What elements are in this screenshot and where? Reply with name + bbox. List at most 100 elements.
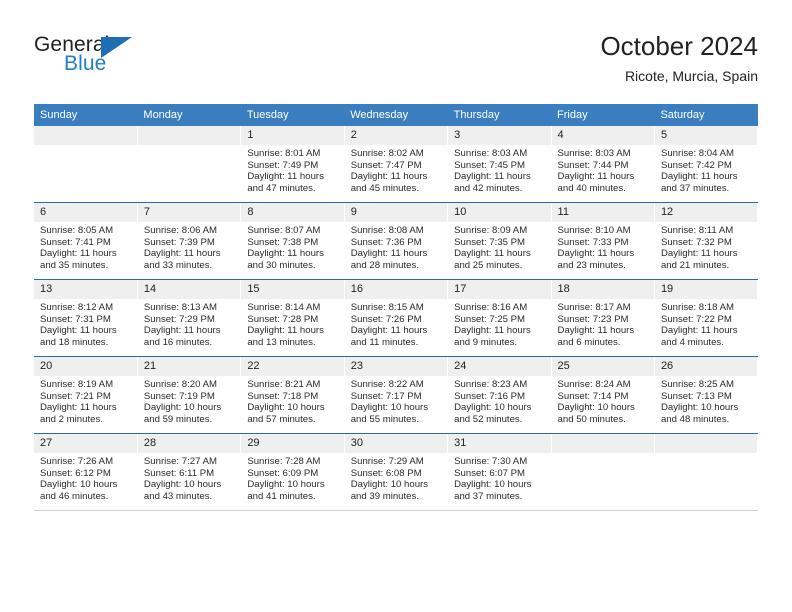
day-details: [34, 145, 137, 148]
day-cell[interactable]: 27 Sunrise: 7:26 AM Sunset: 6:12 PM Dayligh…: [34, 433, 138, 511]
day-number: 31: [448, 434, 551, 453]
day-details: Sunrise: 8:03 AM Sunset: 7:45 PM Daylight:…: [448, 145, 550, 194]
day-cell[interactable]: [551, 433, 655, 511]
day-details: Sunrise: 8:08 AM Sunset: 7:36 PM Daylight:…: [345, 222, 447, 271]
day-cell[interactable]: 26 Sunrise: 8:25 AM Sunset: 7:13 PM Dayligh…: [654, 356, 759, 434]
day-cell[interactable]: 9 Sunrise: 8:08 AM Sunset: 7:36 PM Daylight…: [344, 202, 449, 280]
daylight-text-line2: and 59 minutes.: [143, 413, 213, 425]
daylight-text-line1: Daylight: 11 hours: [143, 325, 221, 337]
day-cell[interactable]: 12 Sunrise: 8:11 AM Sunset: 7:32 PM Dayligh…: [654, 202, 759, 280]
calendar-week-row: 13 Sunrise: 8:12 AM Sunset: 7:31 PM Dayligh…: [34, 279, 759, 357]
day-details: Sunrise: 8:23 AM Sunset: 7:16 PM Daylight:…: [448, 376, 550, 425]
sunrise-text: Sunrise: 8:10 AM: [557, 225, 631, 236]
day-cell[interactable]: 5 Sunrise: 8:04 AM Sunset: 7:42 PM Daylight…: [654, 126, 759, 203]
daylight-text-line1: Daylight: 11 hours: [350, 325, 428, 337]
sunrise-text: Sunrise: 8:03 AM: [454, 148, 528, 159]
day-cell[interactable]: 21 Sunrise: 8:20 AM Sunset: 7:19 PM Dayligh…: [137, 356, 242, 434]
day-cell[interactable]: 11 Sunrise: 8:10 AM Sunset: 7:33 PM Dayligh…: [551, 202, 655, 280]
sunset-text: Sunset: 7:33 PM: [557, 236, 629, 248]
day-cell[interactable]: 18 Sunrise: 8:17 AM Sunset: 7:23 PM Dayligh…: [551, 279, 655, 357]
day-cell[interactable]: [34, 126, 138, 203]
day-cell[interactable]: 29 Sunrise: 7:28 AM Sunset: 6:09 PM Dayligh…: [240, 433, 345, 511]
day-cell[interactable]: 22 Sunrise: 8:21 AM Sunset: 7:18 PM Dayligh…: [240, 356, 345, 434]
day-cell[interactable]: 6 Sunrise: 8:05 AM Sunset: 7:41 PM Daylight…: [34, 202, 138, 280]
day-details: Sunrise: 8:19 AM Sunset: 7:21 PM Daylight:…: [34, 376, 137, 425]
day-cell[interactable]: 24 Sunrise: 8:23 AM Sunset: 7:16 PM Dayligh…: [447, 356, 552, 434]
day-cell[interactable]: 17 Sunrise: 8:16 AM Sunset: 7:25 PM Dayligh…: [447, 279, 552, 357]
calendar-week-row: 27 Sunrise: 7:26 AM Sunset: 6:12 PM Dayligh…: [34, 433, 759, 511]
day-cell[interactable]: 31 Sunrise: 7:30 AM Sunset: 6:07 PM Dayligh…: [447, 433, 552, 511]
day-details: Sunrise: 8:16 AM Sunset: 7:25 PM Daylight:…: [448, 299, 550, 348]
day-cell[interactable]: 2 Sunrise: 8:02 AM Sunset: 7:47 PM Daylight…: [344, 126, 449, 203]
weekday-header-monday: Monday: [137, 104, 241, 126]
day-cell[interactable]: [137, 126, 242, 203]
day-cell[interactable]: 25 Sunrise: 8:24 AM Sunset: 7:14 PM Dayligh…: [551, 356, 655, 434]
general-blue-logo[interactable]: General Blue: [34, 34, 244, 94]
sunset-text: Sunset: 7:44 PM: [557, 159, 629, 171]
day-cell[interactable]: 10 Sunrise: 8:09 AM Sunset: 7:35 PM Dayligh…: [447, 202, 552, 280]
daylight-text-line1: Daylight: 11 hours: [454, 325, 531, 337]
daylight-text-line2: and 57 minutes.: [247, 413, 316, 425]
sunset-text: Sunset: 7:16 PM: [454, 390, 526, 402]
day-details: Sunrise: 8:17 AM Sunset: 7:23 PM Daylight:…: [552, 299, 654, 348]
daylight-text-line1: Daylight: 10 hours: [40, 479, 118, 491]
day-details: Sunrise: 8:06 AM Sunset: 7:39 PM Daylight:…: [138, 222, 240, 271]
sunset-text: Sunset: 7:22 PM: [660, 313, 732, 325]
day-cell[interactable]: 15 Sunrise: 8:14 AM Sunset: 7:28 PM Dayligh…: [240, 279, 345, 357]
sunset-text: Sunset: 7:28 PM: [247, 313, 319, 325]
day-cell[interactable]: 1 Sunrise: 8:01 AM Sunset: 7:49 PM Daylight…: [240, 126, 345, 203]
day-number: 10: [448, 203, 551, 222]
day-cell[interactable]: 23 Sunrise: 8:22 AM Sunset: 7:17 PM Dayligh…: [344, 356, 449, 434]
day-number: 6: [34, 203, 137, 222]
sunset-text: Sunset: 7:26 PM: [350, 313, 422, 325]
daylight-text-line2: and 25 minutes.: [454, 259, 523, 271]
sunset-text: Sunset: 7:14 PM: [557, 390, 629, 402]
weekday-header-thursday: Thursday: [447, 104, 552, 126]
sunset-text: Sunset: 7:38 PM: [247, 236, 319, 248]
sunset-text: Sunset: 7:35 PM: [454, 236, 526, 248]
day-cell[interactable]: 30 Sunrise: 7:29 AM Sunset: 6:08 PM Dayligh…: [344, 433, 449, 511]
day-number: 24: [448, 357, 551, 376]
day-cell[interactable]: [654, 433, 759, 511]
weekday-header-tuesday: Tuesday: [240, 104, 345, 126]
sunset-text: Sunset: 6:08 PM: [350, 467, 422, 479]
sunrise-text: Sunrise: 7:30 AM: [454, 456, 528, 467]
weekday-header-wednesday: Wednesday: [344, 104, 448, 126]
daylight-text-line1: Daylight: 11 hours: [660, 248, 738, 260]
day-number: 22: [241, 357, 344, 376]
sunrise-text: Sunrise: 7:26 AM: [40, 456, 114, 467]
weekday-header-saturday: Saturday: [654, 104, 758, 126]
daylight-text-line2: and 33 minutes.: [143, 259, 213, 271]
daylight-text-line1: Daylight: 10 hours: [557, 402, 635, 414]
day-cell[interactable]: 3 Sunrise: 8:03 AM Sunset: 7:45 PM Daylight…: [447, 126, 552, 203]
day-details: Sunrise: 8:25 AM Sunset: 7:13 PM Daylight:…: [655, 376, 757, 425]
day-cell[interactable]: 16 Sunrise: 8:15 AM Sunset: 7:26 PM Dayligh…: [344, 279, 449, 357]
day-cell[interactable]: 13 Sunrise: 8:12 AM Sunset: 7:31 PM Dayligh…: [34, 279, 138, 357]
sunrise-text: Sunrise: 8:16 AM: [454, 302, 528, 313]
sunrise-text: Sunrise: 7:29 AM: [350, 456, 424, 467]
daylight-text-line1: Daylight: 10 hours: [350, 402, 429, 414]
sunrise-text: Sunrise: 8:04 AM: [660, 148, 734, 159]
day-cell[interactable]: 28 Sunrise: 7:27 AM Sunset: 6:11 PM Dayligh…: [137, 433, 242, 511]
day-cell[interactable]: 8 Sunrise: 8:07 AM Sunset: 7:38 PM Daylight…: [240, 202, 345, 280]
sunset-text: Sunset: 7:45 PM: [454, 159, 526, 171]
day-number: 20: [34, 357, 137, 376]
sunset-text: Sunset: 7:19 PM: [143, 390, 215, 402]
daylight-text-line2: and 52 minutes.: [454, 413, 523, 425]
sunrise-text: Sunrise: 8:18 AM: [660, 302, 734, 313]
sunrise-text: Sunrise: 8:17 AM: [557, 302, 631, 313]
sunset-text: Sunset: 7:47 PM: [350, 159, 422, 171]
day-cell[interactable]: 14 Sunrise: 8:13 AM Sunset: 7:29 PM Dayligh…: [137, 279, 242, 357]
sunrise-text: Sunrise: 8:09 AM: [454, 225, 528, 236]
daylight-text-line2: and 23 minutes.: [557, 259, 626, 271]
day-cell[interactable]: 20 Sunrise: 8:19 AM Sunset: 7:21 PM Dayligh…: [34, 356, 138, 434]
daylight-text-line2: and 6 minutes.: [557, 336, 621, 348]
day-number: 25: [551, 357, 654, 376]
sunrise-text: Sunrise: 8:05 AM: [40, 225, 114, 236]
day-details: Sunrise: 7:26 AM Sunset: 6:12 PM Daylight:…: [34, 453, 137, 502]
day-number: 8: [241, 203, 344, 222]
day-cell[interactable]: 19 Sunrise: 8:18 AM Sunset: 7:22 PM Dayligh…: [654, 279, 759, 357]
day-cell[interactable]: 7 Sunrise: 8:06 AM Sunset: 7:39 PM Daylight…: [137, 202, 242, 280]
sunrise-text: Sunrise: 8:25 AM: [660, 379, 734, 390]
day-cell[interactable]: 4 Sunrise: 8:03 AM Sunset: 7:44 PM Daylight…: [551, 126, 655, 203]
